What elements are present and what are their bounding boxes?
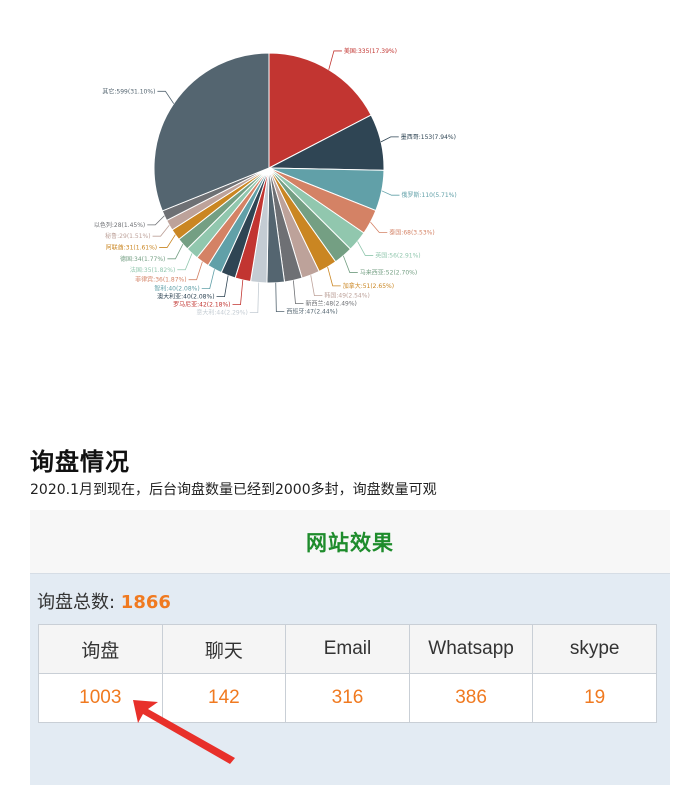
slice-label: 新西兰:48(2.49%) (305, 300, 356, 308)
slice-label: 菲律宾:36(1.87%) (135, 276, 186, 284)
column-header: 询盘 (38, 624, 163, 674)
slice-label: 法国:35(1.82%) (130, 266, 175, 274)
table-cell: 19 (532, 673, 657, 723)
label-leader-line (157, 90, 175, 104)
section-heading: 询盘情况 (30, 448, 130, 476)
slice-label: 加拿大:51(2.65%) (343, 282, 394, 290)
label-leader-line (380, 136, 399, 143)
slice-label: 秘鲁:29(1.51%) (105, 232, 150, 240)
label-leader-line (249, 282, 260, 314)
label-leader-line (327, 266, 341, 287)
slice-label: 韩国:49(2.54%) (324, 292, 369, 300)
label-leader-line (275, 282, 285, 313)
slice-label: 俄罗斯:110(5.71%) (402, 191, 457, 199)
column-header: skype (532, 624, 657, 674)
table-cell: 386 (408, 673, 534, 723)
label-leader-line (152, 224, 170, 237)
inquiry-total-label: 询盘总数: (37, 592, 121, 613)
slice-label: 墨西哥:153(7.94%) (401, 134, 456, 141)
inquiry-total: 询盘总数: 1866 (37, 588, 171, 614)
slice-label: 英国:56(2.91%) (375, 251, 420, 259)
slice-label: 以色列:28(1.45%) (94, 221, 145, 229)
slice-label: 其它:599(31.10%) (102, 87, 155, 95)
column-header: Email (285, 624, 410, 674)
section-subtitle: 2020.1月到现在，后台询盘数量已经到2000多封，询盘数量可观 (30, 482, 437, 498)
slice-label: 德国:34(1.77%) (120, 255, 165, 263)
label-leader-line (292, 280, 304, 305)
inquiry-total-value: 1866 (120, 592, 171, 613)
table-cell: 1003 (38, 673, 163, 723)
table-cell: 316 (285, 673, 410, 723)
label-leader-line (328, 50, 342, 70)
table-cell: 142 (161, 673, 287, 723)
pie-chart: 美国:335(17.39%) 墨西哥:153(7.94%) 俄罗斯:110(5.71… (94, 47, 457, 317)
table-header-row: 询盘 聊天 Email Whatsapp skype (38, 624, 657, 674)
website-effect-panel: 网站效果 询盘总数: 1866 询盘 聊天 Email Whatsapp sky… (30, 510, 670, 785)
label-leader-line (147, 215, 165, 226)
label-leader-line (232, 279, 244, 306)
slice-label: 澳大利亚:40(2.08%) (157, 293, 214, 301)
slice-label: 泰国:68(3.53%) (389, 228, 434, 236)
label-leader-line (370, 221, 388, 233)
slice-label: 罗马尼亚:42(2.18%) (173, 301, 230, 309)
slice-label: 马来西亚:52(2.70%) (360, 269, 417, 277)
label-leader-line (188, 261, 203, 281)
slice-label: 意大利:44(2.29%) (196, 309, 247, 317)
slice-label: 西班牙:47(2.44%) (286, 308, 337, 316)
label-leader-line (342, 255, 358, 273)
panel-title: 网站效果 (306, 530, 394, 555)
column-header: Whatsapp (408, 624, 534, 674)
label-leader-line (381, 190, 400, 196)
slice-label: 阿联酋:31(1.61%) (106, 243, 157, 251)
label-leader-line (357, 241, 374, 256)
column-header: 聊天 (161, 624, 287, 674)
label-leader-line (167, 244, 184, 260)
label-leader-line (201, 269, 215, 290)
label-leader-line (310, 275, 323, 297)
slice-label: 美国:335(17.39%) (344, 47, 397, 55)
stats-table: 询盘 聊天 Email Whatsapp skype 1003 142 316 … (38, 624, 657, 723)
label-leader-line (159, 234, 176, 248)
slice-label: 智利:40(2.08%) (154, 285, 199, 293)
table-row: 1003 142 316 386 19 (38, 673, 657, 723)
panel-header: 网站效果 (30, 510, 670, 574)
label-leader-line (216, 275, 229, 298)
label-leader-line (177, 253, 193, 271)
